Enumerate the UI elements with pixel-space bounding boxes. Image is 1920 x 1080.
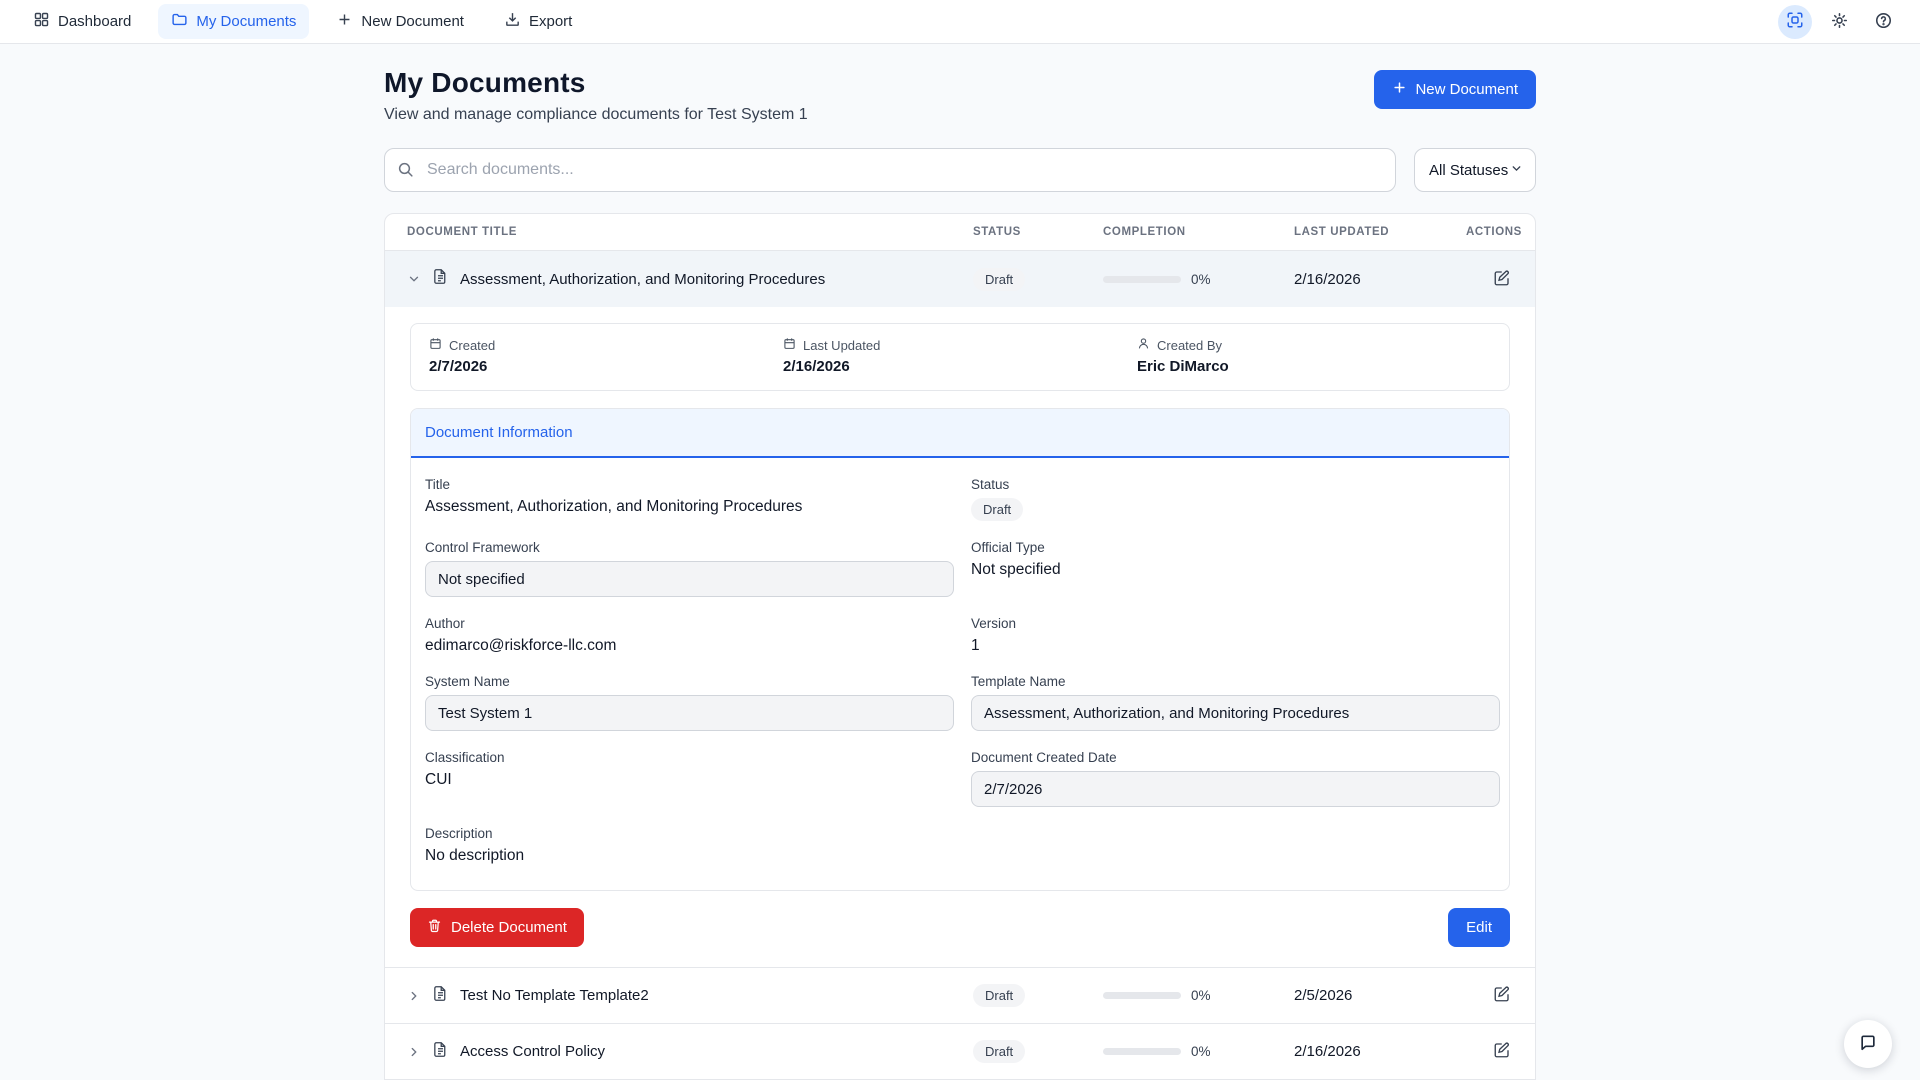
column-last-updated: LAST UPDATED xyxy=(1294,226,1466,238)
edit-pencil-icon xyxy=(1493,985,1511,1006)
field-control-framework: Control Framework xyxy=(425,540,954,597)
nav-item-label: Dashboard xyxy=(58,13,131,30)
nav-item-export[interactable]: Export xyxy=(491,4,585,39)
document-icon xyxy=(432,985,449,1007)
table-row[interactable]: Access Control Policy Draft 0% 2/16/2026 xyxy=(385,1023,1535,1079)
row-edit-button[interactable] xyxy=(1489,981,1515,1010)
status-badge: Draft xyxy=(971,498,1023,521)
plus-icon xyxy=(336,11,353,32)
field-version: Version 1 xyxy=(971,616,1500,655)
last-updated-date: 2/16/2026 xyxy=(1294,1043,1466,1060)
nav-item-label: My Documents xyxy=(196,13,296,30)
table-header: DOCUMENT TITLE STATUS COMPLETION LAST UP… xyxy=(385,214,1535,251)
page-subtitle: View and manage compliance documents for… xyxy=(384,106,808,124)
field-system-name: System Name xyxy=(425,674,954,731)
gear-icon xyxy=(1830,11,1849,33)
system-name-input[interactable] xyxy=(425,695,954,731)
tab-document-information[interactable]: Document Information xyxy=(411,409,1509,458)
calendar-icon xyxy=(429,337,442,353)
table-row[interactable]: Assessment, Authorization, and Monitorin… xyxy=(385,251,1535,307)
field-description: Description No description xyxy=(425,826,954,865)
edit-document-button[interactable]: Edit xyxy=(1448,908,1510,947)
person-icon xyxy=(1137,337,1150,353)
top-nav: Dashboard My Documents New Document Expo… xyxy=(0,0,1920,44)
page-body: My Documents View and manage compliance … xyxy=(0,44,1920,1080)
meta-created-by: Created By Eric DiMarco xyxy=(1137,337,1491,375)
settings-button[interactable] xyxy=(1822,5,1856,39)
column-status: STATUS xyxy=(973,226,1103,238)
document-icon xyxy=(432,1041,449,1063)
field-title: Title Assessment, Authorization, and Mon… xyxy=(425,477,954,521)
chevron-right-icon[interactable] xyxy=(407,989,421,1003)
dashboard-grid-icon xyxy=(33,11,50,32)
delete-document-button[interactable]: Delete Document xyxy=(410,908,584,947)
page-header: My Documents View and manage compliance … xyxy=(384,67,1536,124)
status-filter-select[interactable]: All Statuses xyxy=(1414,148,1536,192)
document-created-date-input[interactable] xyxy=(971,771,1500,807)
page-title: My Documents xyxy=(384,67,808,99)
status-badge: Draft xyxy=(973,984,1025,1007)
document-information-section: Document Information Title Assessment, A… xyxy=(410,408,1510,891)
document-title: Test No Template Template2 xyxy=(460,987,649,1004)
top-nav-actions xyxy=(1778,5,1900,39)
template-name-input[interactable] xyxy=(971,695,1500,731)
edit-pencil-icon xyxy=(1493,1041,1511,1062)
plus-icon xyxy=(1392,80,1407,99)
column-completion: COMPLETION xyxy=(1103,226,1294,238)
table-row[interactable]: Test No Template Template2 Draft 0% 2/5/… xyxy=(385,967,1535,1023)
detail-actions: Delete Document Edit xyxy=(410,908,1510,957)
nav-item-label: Export xyxy=(529,13,572,30)
field-template-name: Template Name xyxy=(971,674,1500,731)
row-edit-button[interactable] xyxy=(1489,265,1515,294)
help-icon xyxy=(1874,11,1893,33)
documents-table: DOCUMENT TITLE STATUS COMPLETION LAST UP… xyxy=(384,213,1536,1080)
new-document-button[interactable]: New Document xyxy=(1374,70,1536,109)
scan-icon xyxy=(1786,11,1804,32)
search-input[interactable] xyxy=(384,148,1396,192)
completion-progress: 0% xyxy=(1103,272,1294,287)
nav-item-new-document[interactable]: New Document xyxy=(323,4,477,39)
document-meta: Created 2/7/2026 Last Updated 2/16/2026 xyxy=(410,323,1510,391)
field-official-type: Official Type Not specified xyxy=(971,540,1500,597)
field-classification: Classification CUI xyxy=(425,750,954,807)
edit-pencil-icon xyxy=(1493,269,1511,290)
download-icon xyxy=(504,11,521,32)
chevron-down-icon[interactable] xyxy=(407,272,421,286)
field-document-created-date: Document Created Date xyxy=(971,750,1500,807)
chat-launcher-button[interactable] xyxy=(1844,1020,1892,1068)
meta-last-updated: Last Updated 2/16/2026 xyxy=(783,337,1137,375)
last-updated-date: 2/16/2026 xyxy=(1294,271,1466,288)
top-nav-links: Dashboard My Documents New Document Expo… xyxy=(20,4,585,39)
document-title: Assessment, Authorization, and Monitorin… xyxy=(460,271,825,288)
status-badge: Draft xyxy=(973,1040,1025,1063)
chevron-down-icon xyxy=(1510,162,1523,179)
nav-item-dashboard[interactable]: Dashboard xyxy=(20,4,144,39)
calendar-icon xyxy=(783,337,796,353)
status-badge: Draft xyxy=(973,268,1025,291)
completion-progress: 0% xyxy=(1103,1044,1294,1059)
document-title: Access Control Policy xyxy=(460,1043,605,1060)
control-framework-input[interactable] xyxy=(425,561,954,597)
nav-item-label: New Document xyxy=(361,13,464,30)
field-status: Status Draft xyxy=(971,477,1500,521)
toolbar: All Statuses xyxy=(384,148,1536,192)
completion-progress: 0% xyxy=(1103,988,1294,1003)
scan-fullscreen-button[interactable] xyxy=(1778,5,1812,39)
column-actions: ACTIONS xyxy=(1466,226,1536,238)
row-edit-button[interactable] xyxy=(1489,1037,1515,1066)
document-icon xyxy=(432,268,449,290)
chat-bubble-icon xyxy=(1858,1033,1878,1056)
nav-item-my-documents[interactable]: My Documents xyxy=(158,4,309,39)
column-document-title: DOCUMENT TITLE xyxy=(385,226,973,238)
trash-icon xyxy=(427,918,442,937)
folder-icon xyxy=(171,11,188,32)
document-detail-panel: Created 2/7/2026 Last Updated 2/16/2026 xyxy=(385,307,1535,967)
field-author: Author edimarco@riskforce-llc.com xyxy=(425,616,954,655)
last-updated-date: 2/5/2026 xyxy=(1294,987,1466,1004)
help-button[interactable] xyxy=(1866,5,1900,39)
chevron-right-icon[interactable] xyxy=(407,1045,421,1059)
meta-created: Created 2/7/2026 xyxy=(429,337,783,375)
